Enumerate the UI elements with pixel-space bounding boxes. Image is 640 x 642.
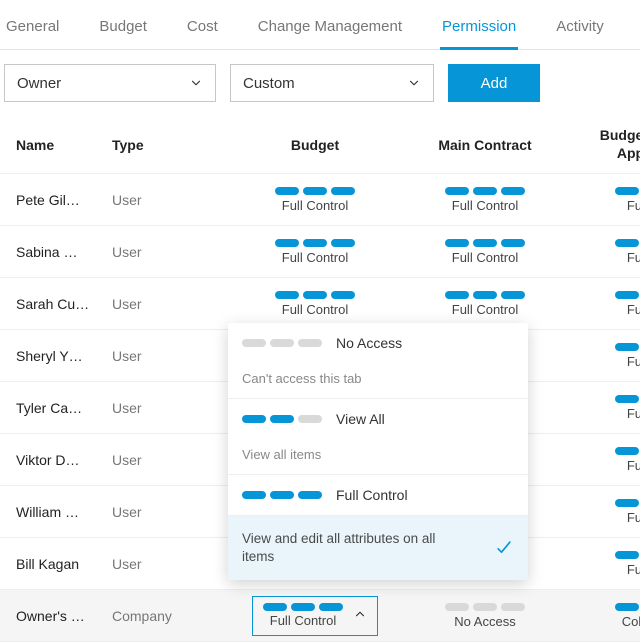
option-description: View and edit all attributes on all item… <box>242 530 462 566</box>
perm-label: Full Contr <box>627 510 640 525</box>
cell-type: User <box>112 244 230 260</box>
option-description: Can't access this tab <box>242 371 514 386</box>
cell-name: Sabina … <box>16 244 112 260</box>
cell-main-contract[interactable]: No Access <box>400 603 570 629</box>
cell-budget-payment-app[interactable]: Full Contr <box>570 291 640 317</box>
perm-label: Full Contr <box>627 406 640 421</box>
option-label: Full Control <box>336 487 408 503</box>
cell-type: User <box>112 452 230 468</box>
popover-option-selected[interactable]: View and edit all attributes on all item… <box>228 516 528 580</box>
popover-option-no-access[interactable]: No Access Can't access this tab <box>228 323 528 399</box>
cell-name: Owner's … <box>16 608 112 624</box>
table-row: Owner's … Company Full Control No Access… <box>0 590 640 642</box>
option-label: No Access <box>336 335 402 351</box>
owner-select-label: Owner <box>17 75 61 92</box>
perm-label: Full Contr <box>627 354 640 369</box>
perm-label: Full Contr <box>627 302 640 317</box>
cell-type: User <box>112 504 230 520</box>
tab-general[interactable]: General <box>4 12 61 49</box>
cell-type: User <box>112 400 230 416</box>
cell-type: User <box>112 348 230 364</box>
cell-budget-payment-app[interactable]: Collaborate <box>570 603 640 629</box>
cell-budget-payment-app[interactable]: Full Contr <box>570 447 640 473</box>
option-label: View All <box>336 411 385 427</box>
col-budget: Budget <box>230 137 400 153</box>
chevron-down-icon <box>189 76 203 90</box>
perm-label: No Access <box>454 614 515 629</box>
perm-label: Full Control <box>452 302 518 317</box>
controls-row: Owner Custom Add <box>0 50 640 116</box>
cell-budget-payment-app[interactable]: Full Contr <box>570 187 640 213</box>
tabs-bar: General Budget Cost Change Management Pe… <box>0 0 640 50</box>
cell-name: William … <box>16 504 112 520</box>
chevron-down-icon <box>407 76 421 90</box>
cell-name: Sheryl Y… <box>16 348 112 364</box>
owner-select[interactable]: Owner <box>4 64 216 102</box>
popover-option-view-all[interactable]: View All View all items <box>228 399 528 475</box>
perm-label: Full Control <box>452 198 518 213</box>
table-header: Name Type Budget Main Contract Budget Pa… <box>0 116 640 174</box>
perm-label: Full Contr <box>627 250 640 265</box>
cell-budget-payment-app[interactable]: Full Contr <box>570 551 640 577</box>
cell-budget[interactable]: Full Control <box>230 187 400 213</box>
cell-type: User <box>112 296 230 312</box>
col-name: Name <box>16 137 112 153</box>
col-main-contract: Main Contract <box>400 137 570 153</box>
cell-budget[interactable]: Full Control <box>230 239 400 265</box>
tab-cost[interactable]: Cost <box>185 12 220 49</box>
perm-label: Collaborate <box>622 614 640 629</box>
cell-name: Bill Kagan <box>16 556 112 572</box>
popover-option-full-control[interactable]: Full Control <box>228 475 528 516</box>
cell-budget-payment-app[interactable]: Full Contr <box>570 343 640 369</box>
cell-main-contract[interactable]: Full Control <box>400 187 570 213</box>
col-type: Type <box>112 137 230 153</box>
custom-select[interactable]: Custom <box>230 64 434 102</box>
cell-type: User <box>112 192 230 208</box>
cell-main-contract[interactable]: Full Control <box>400 291 570 317</box>
table-row: Pete Gil… User Full Control Full Control… <box>0 174 640 226</box>
cell-budget[interactable]: Full Control <box>230 291 400 317</box>
perm-label: Full Control <box>282 250 348 265</box>
perm-label: Full Contr <box>627 562 640 577</box>
cell-budget-payment-app[interactable]: Full Contr <box>570 395 640 421</box>
cell-budget[interactable]: Full Control <box>230 596 400 636</box>
pills-indicator <box>242 415 322 423</box>
perm-label: Full Contr <box>627 458 640 473</box>
custom-select-label: Custom <box>243 75 295 92</box>
perm-label: Full Control <box>282 302 348 317</box>
cell-name: Pete Gil… <box>16 192 112 208</box>
option-description: View all items <box>242 447 514 462</box>
cell-name: Sarah Cu… <box>16 296 112 312</box>
cell-name: Tyler Ca… <box>16 400 112 416</box>
cell-type: Company <box>112 608 230 624</box>
cell-name: Viktor D… <box>16 452 112 468</box>
tab-budget[interactable]: Budget <box>97 12 149 49</box>
perm-label: Full Control <box>452 250 518 265</box>
perm-label: Full Contr <box>627 198 640 213</box>
add-button[interactable]: Add <box>448 64 540 102</box>
cell-budget-payment-app[interactable]: Full Contr <box>570 239 640 265</box>
cell-main-contract[interactable]: Full Control <box>400 239 570 265</box>
chevron-up-icon <box>353 607 367 624</box>
check-icon <box>494 538 514 558</box>
tab-change-management[interactable]: Change Management <box>256 12 404 49</box>
permission-dropdown-open[interactable]: Full Control <box>252 596 378 636</box>
cell-budget-payment-app[interactable]: Full Contr <box>570 499 640 525</box>
perm-label: Full Control <box>282 198 348 213</box>
permission-popover: No Access Can't access this tab View All… <box>228 323 528 580</box>
perm-label: Full Control <box>270 613 336 628</box>
table-row: Sabina … User Full Control Full Control … <box>0 226 640 278</box>
pills-indicator <box>242 491 322 499</box>
tab-permission[interactable]: Permission <box>440 12 518 50</box>
col-budget-payment-application: Budget Payment Application <box>570 127 640 162</box>
tab-activity[interactable]: Activity <box>554 12 606 49</box>
cell-type: User <box>112 556 230 572</box>
pills-indicator <box>242 339 322 347</box>
